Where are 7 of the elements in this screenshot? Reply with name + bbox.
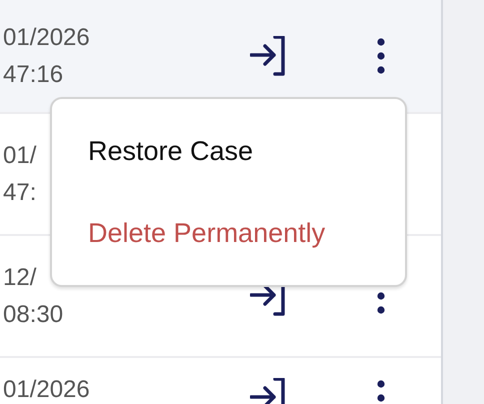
date-text: 01/2026 <box>3 23 90 53</box>
time-text: 08:30 <box>3 300 64 330</box>
date-text: 12/ <box>3 263 36 293</box>
time-text: 47:16 <box>3 60 64 90</box>
date-text: 01/2026 <box>3 378 90 402</box>
date-text: 01/ <box>3 141 36 171</box>
time-text: 47: <box>3 178 36 208</box>
